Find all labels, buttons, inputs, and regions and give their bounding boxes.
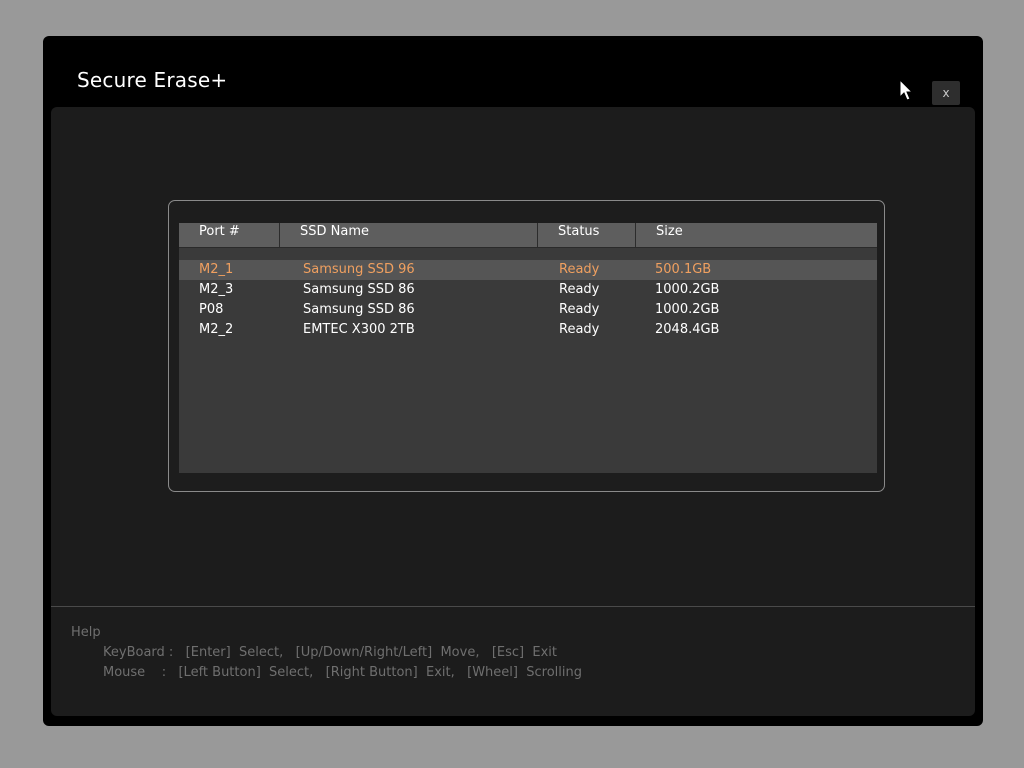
cell-port: M2_3 bbox=[199, 282, 234, 297]
window-title: Secure Erase+ bbox=[77, 68, 228, 92]
close-icon: x bbox=[942, 86, 950, 100]
header-status: Status bbox=[538, 223, 636, 247]
cell-size: 2048.4GB bbox=[655, 322, 720, 337]
cell-status: Ready bbox=[559, 302, 600, 317]
secure-erase-window: Secure Erase+ x Port # SSD Name Status S… bbox=[43, 36, 983, 726]
table-row[interactable]: M2_3 Samsung SSD 86 Ready 1000.2GB bbox=[179, 280, 877, 300]
cell-status: Ready bbox=[559, 262, 600, 277]
cell-status: Ready bbox=[559, 322, 600, 337]
cell-port: M2_1 bbox=[199, 262, 234, 277]
cell-size: 1000.2GB bbox=[655, 302, 720, 317]
help-keyboard: KeyBoard : [Enter] Select, [Up/Down/Righ… bbox=[103, 645, 558, 660]
cell-ssd-name: Samsung SSD 96 bbox=[303, 262, 415, 277]
mouse-pointer-icon bbox=[899, 79, 914, 101]
ssd-list-panel: Port # SSD Name Status Size M2_1 Samsung… bbox=[168, 200, 885, 492]
cell-port: P08 bbox=[199, 302, 224, 317]
cell-status: Ready bbox=[559, 282, 600, 297]
header-port: Port # bbox=[179, 223, 280, 247]
header-size: Size bbox=[656, 224, 683, 239]
cell-ssd-name: EMTEC X300 2TB bbox=[303, 322, 415, 337]
content-area: Port # SSD Name Status Size M2_1 Samsung… bbox=[51, 107, 975, 716]
table-row[interactable]: M2_2 EMTEC X300 2TB Ready 2048.4GB bbox=[179, 320, 877, 340]
cell-ssd-name: Samsung SSD 86 bbox=[303, 302, 415, 317]
table-row[interactable]: P08 Samsung SSD 86 Ready 1000.2GB bbox=[179, 300, 877, 320]
table-header: Port # SSD Name Status Size bbox=[179, 223, 877, 248]
cell-size: 500.1GB bbox=[655, 262, 712, 277]
close-button[interactable]: x bbox=[932, 81, 960, 105]
cell-port: M2_2 bbox=[199, 322, 234, 337]
help-divider bbox=[51, 606, 975, 607]
table-row[interactable]: M2_1 Samsung SSD 96 Ready 500.1GB bbox=[179, 260, 877, 280]
cell-size: 1000.2GB bbox=[655, 282, 720, 297]
header-ssd-name: SSD Name bbox=[280, 223, 538, 247]
cell-ssd-name: Samsung SSD 86 bbox=[303, 282, 415, 297]
ssd-table[interactable]: Port # SSD Name Status Size M2_1 Samsung… bbox=[179, 223, 877, 473]
help-mouse: Mouse : [Left Button] Select, [Right But… bbox=[103, 665, 582, 680]
help-title: Help bbox=[71, 625, 101, 640]
